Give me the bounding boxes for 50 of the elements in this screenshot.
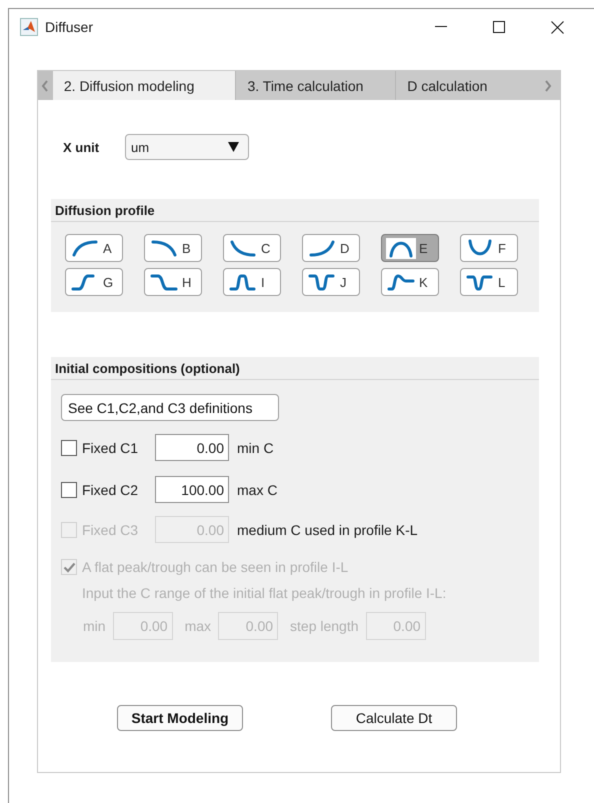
calculate-button[interactable]: Calculate Dt [331,705,457,731]
profile-button[interactable]: H [144,268,202,296]
curve-icon [228,272,258,292]
profile-button[interactable]: K [381,268,439,296]
start-modeling-button[interactable]: Start Modeling [117,705,243,731]
profile-button[interactable]: E [381,234,439,262]
dropdown-arrow-icon [228,142,239,152]
app-logo-icon [20,18,38,36]
unit-label: min C [237,440,274,456]
input-field[interactable]: 0.00 [155,434,229,461]
profile-button[interactable]: G [65,268,123,296]
panel-title: Diffusion profile [51,199,539,222]
profile-button[interactable]: J [302,268,360,296]
range-hint: Input the C range of the initial flat peak/trough in profile I-L: [82,585,448,601]
profile-button[interactable]: I [223,268,281,296]
checkbox-label: A flat peak/trough can be seen in profile I-L [82,559,348,575]
profile-button[interactable]: B [144,234,202,262]
checkbox-label: Fixed C3 [82,522,140,538]
unit-label: medium C used in profile K-L [237,522,418,538]
tab[interactable]: 2. Diffusion modeling [52,71,236,100]
definitions-button[interactable]: See C1,C2,and C3 definitions [61,394,279,421]
field-label: min [83,618,106,634]
tab[interactable]: D calculation [396,71,536,100]
curve-icon [149,238,179,258]
profile-button[interactable]: C [223,234,281,262]
curve-icon [228,238,258,258]
unit-dropdown[interactable]: um [125,134,249,160]
checkbox-label: Fixed C2 [82,482,140,498]
curve-icon [70,238,100,258]
checkbox-label: Fixed C1 [82,440,140,456]
curve-icon [386,238,416,258]
curve-icon [386,272,416,292]
profile-button[interactable]: F [460,234,518,262]
curve-icon [149,272,179,292]
profile-button[interactable]: A [65,234,123,262]
profile-button[interactable]: D [302,234,360,262]
curve-icon [307,238,337,258]
panel-title: Initial compositions (optional) [51,357,539,380]
tab[interactable]: 3. Time calculation [236,71,396,100]
field-label: max [184,618,212,634]
field-label: step length [290,618,359,634]
profile-button[interactable]: L [460,268,518,296]
window-title: Diffuser [45,19,94,35]
unit-label: max C [237,482,278,498]
checkbox[interactable] [61,482,77,498]
scroll-left-icon[interactable] [38,71,53,100]
input-field[interactable]: 100.00 [155,476,229,503]
x-unit-label: X unit [63,140,100,154]
curve-icon [307,272,337,292]
checkbox[interactable] [61,440,77,456]
